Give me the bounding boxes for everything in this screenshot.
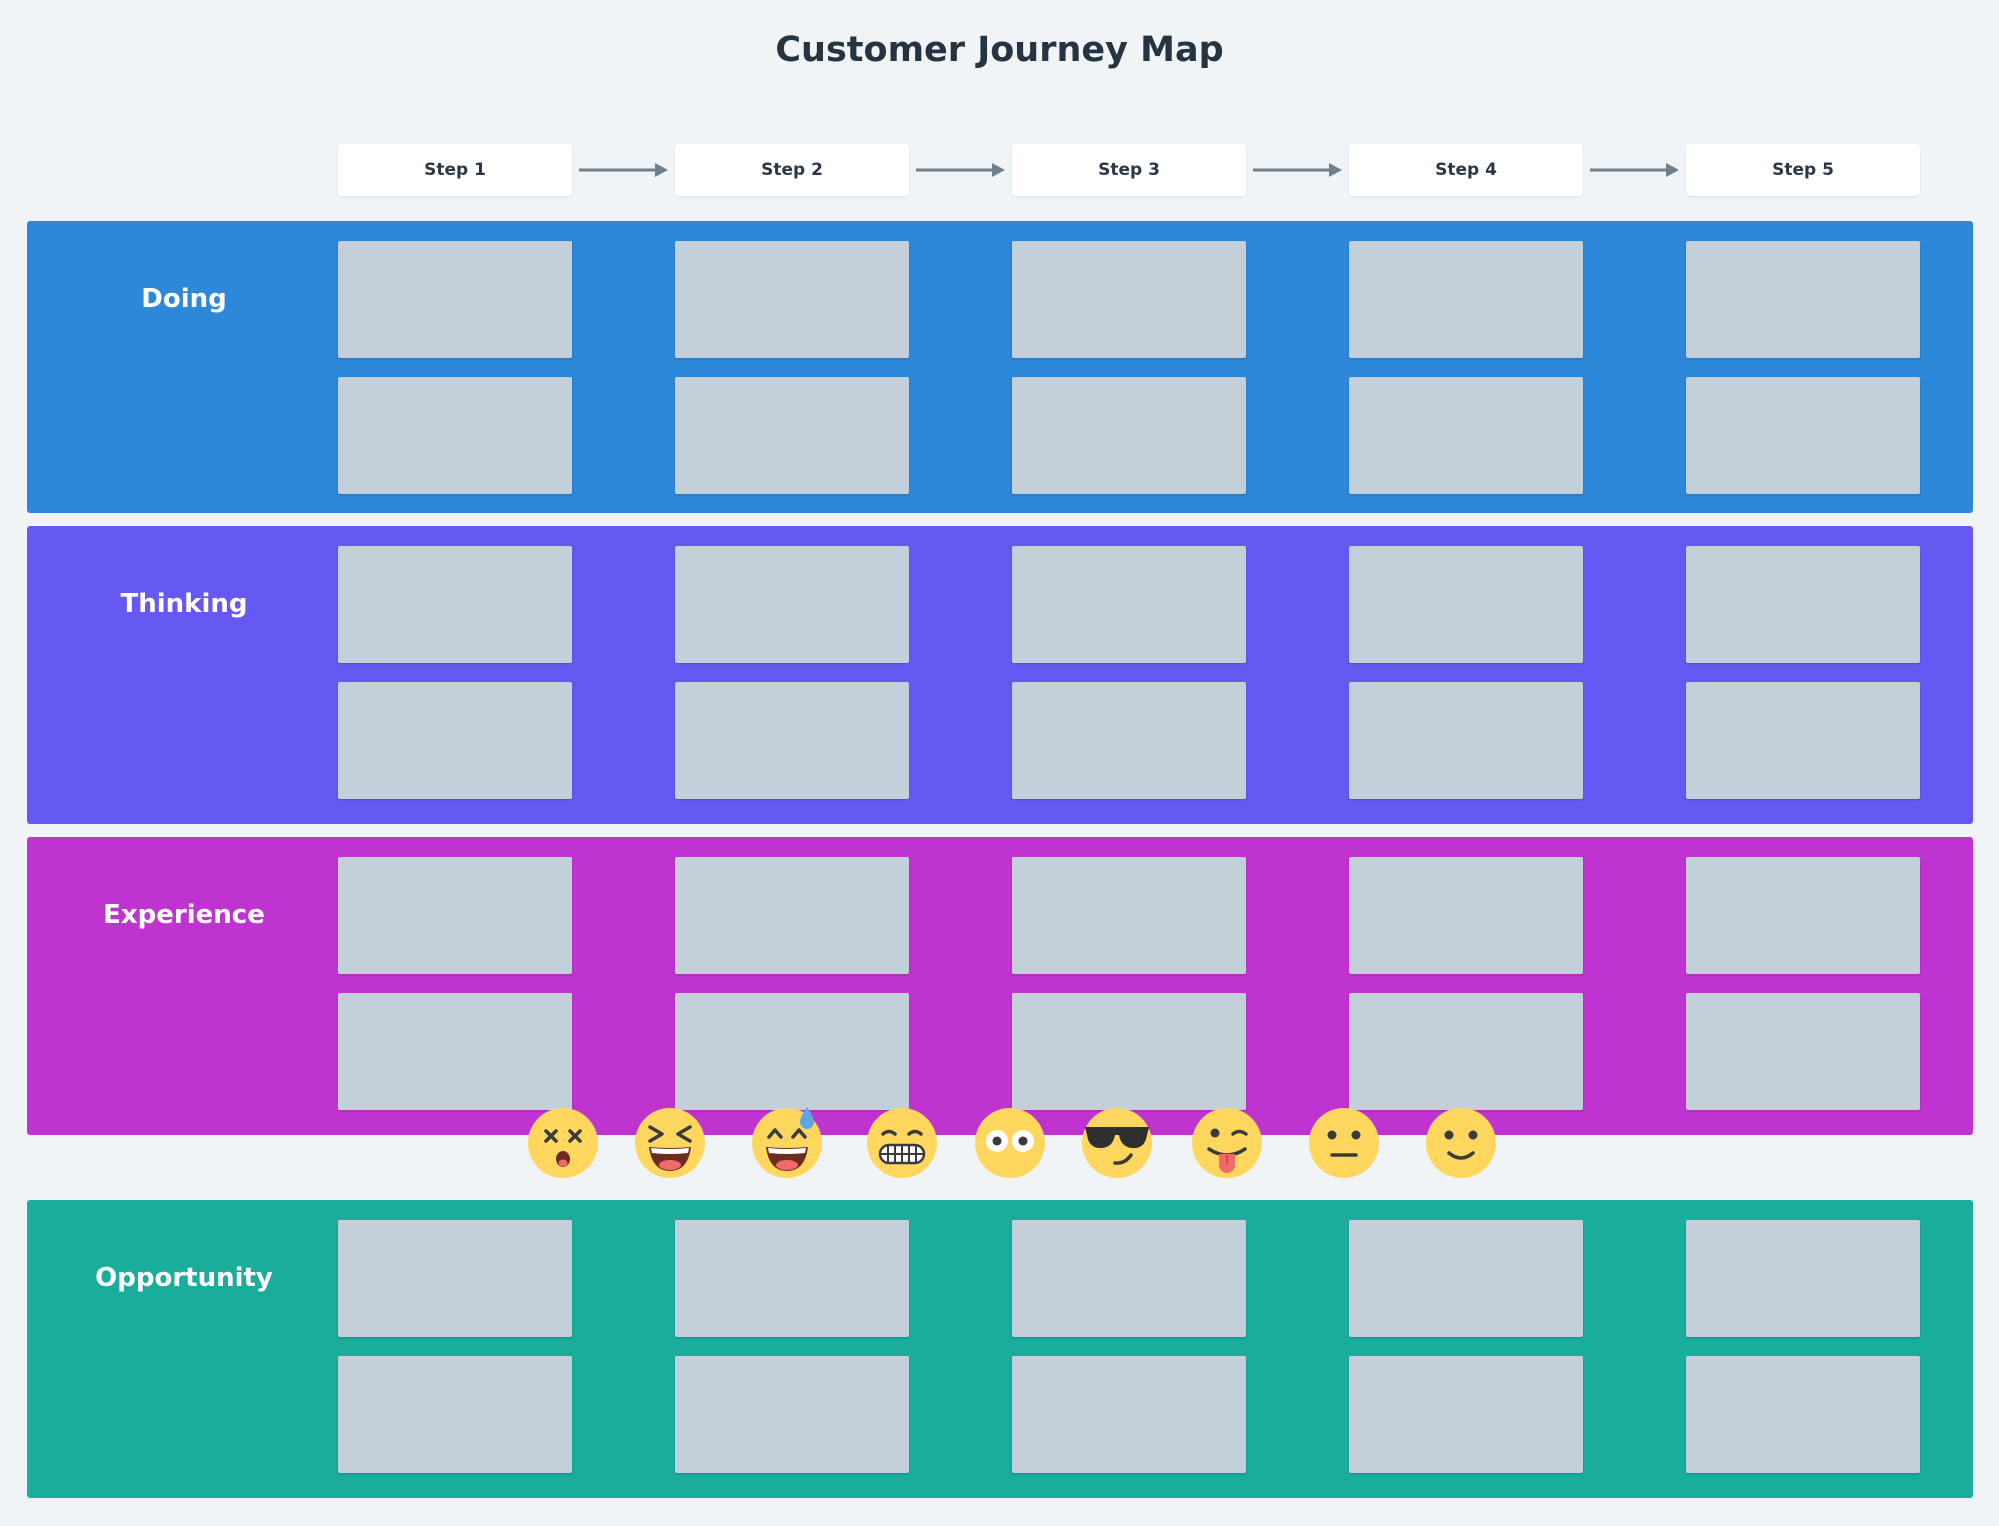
sticky-note[interactable] xyxy=(1686,241,1920,358)
sticky-note[interactable] xyxy=(1349,241,1583,358)
step-header-4[interactable]: Step 4 xyxy=(1349,144,1583,196)
sticky-note[interactable] xyxy=(675,546,909,663)
step-header-2[interactable]: Step 2 xyxy=(675,144,909,196)
sticky-note[interactable] xyxy=(1349,377,1583,494)
arrow-right-icon xyxy=(1253,163,1342,177)
sticky-note[interactable] xyxy=(675,377,909,494)
sticky-note[interactable] xyxy=(1012,993,1246,1110)
arrow-right-icon xyxy=(1590,163,1679,177)
dizzy-face-icon[interactable] xyxy=(527,1107,599,1179)
sunglasses-face-icon[interactable] xyxy=(1081,1107,1153,1179)
lane-thinking: Thinking xyxy=(27,526,1973,824)
flushed-face-icon[interactable] xyxy=(974,1107,1046,1179)
sticky-note[interactable] xyxy=(1686,1356,1920,1473)
lane-label: Opportunity xyxy=(95,1263,273,1293)
lane-label: Thinking xyxy=(120,589,248,619)
lane-opportunity: Opportunity xyxy=(27,1200,1973,1498)
step-header-5[interactable]: Step 5 xyxy=(1686,144,1920,196)
sticky-note[interactable] xyxy=(1012,1356,1246,1473)
sticky-note[interactable] xyxy=(1686,993,1920,1110)
sticky-note[interactable] xyxy=(1012,546,1246,663)
arrow-right-icon xyxy=(916,163,1005,177)
sticky-note[interactable] xyxy=(1686,546,1920,663)
lane-label: Experience xyxy=(103,900,265,930)
sticky-note[interactable] xyxy=(1349,1220,1583,1337)
grimacing-face-icon[interactable] xyxy=(866,1107,938,1179)
sticky-note[interactable] xyxy=(1686,857,1920,974)
sticky-note[interactable] xyxy=(1686,682,1920,799)
lane-experience: Experience xyxy=(27,837,1973,1135)
step-header-1[interactable]: Step 1 xyxy=(338,144,572,196)
sticky-note[interactable] xyxy=(1012,1220,1246,1337)
sticky-note[interactable] xyxy=(1012,377,1246,494)
sticky-note[interactable] xyxy=(1349,857,1583,974)
sticky-note[interactable] xyxy=(1012,857,1246,974)
neutral-face-icon[interactable] xyxy=(1308,1107,1380,1179)
slightly-smiling-face-icon[interactable] xyxy=(1425,1107,1497,1179)
lane-doing: Doing xyxy=(27,221,1973,513)
sticky-note[interactable] xyxy=(675,241,909,358)
step-header-3[interactable]: Step 3 xyxy=(1012,144,1246,196)
lane-label: Doing xyxy=(141,284,227,314)
sticky-note[interactable] xyxy=(1012,241,1246,358)
sticky-note[interactable] xyxy=(338,993,572,1110)
sticky-note[interactable] xyxy=(338,241,572,358)
sticky-note[interactable] xyxy=(1349,546,1583,663)
sticky-note[interactable] xyxy=(1349,682,1583,799)
sticky-note[interactable] xyxy=(1349,1356,1583,1473)
page-title: Customer Journey Map xyxy=(775,30,1224,70)
sticky-note[interactable] xyxy=(338,1356,572,1473)
sticky-note[interactable] xyxy=(338,682,572,799)
grinning-sweat-face-icon[interactable] xyxy=(751,1107,823,1179)
sticky-note[interactable] xyxy=(1012,682,1246,799)
sticky-note[interactable] xyxy=(338,1220,572,1337)
sticky-note[interactable] xyxy=(675,1356,909,1473)
sticky-note[interactable] xyxy=(675,857,909,974)
sticky-note[interactable] xyxy=(675,682,909,799)
laughing-squinting-face-icon[interactable] xyxy=(634,1107,706,1179)
sticky-note[interactable] xyxy=(338,857,572,974)
sticky-note[interactable] xyxy=(338,546,572,663)
sticky-note[interactable] xyxy=(1686,1220,1920,1337)
sticky-note[interactable] xyxy=(675,993,909,1110)
sticky-note[interactable] xyxy=(338,377,572,494)
sticky-note[interactable] xyxy=(1349,993,1583,1110)
winking-tongue-face-icon[interactable] xyxy=(1191,1107,1263,1179)
sticky-note[interactable] xyxy=(675,1220,909,1337)
arrow-right-icon xyxy=(579,163,668,177)
sticky-note[interactable] xyxy=(1686,377,1920,494)
